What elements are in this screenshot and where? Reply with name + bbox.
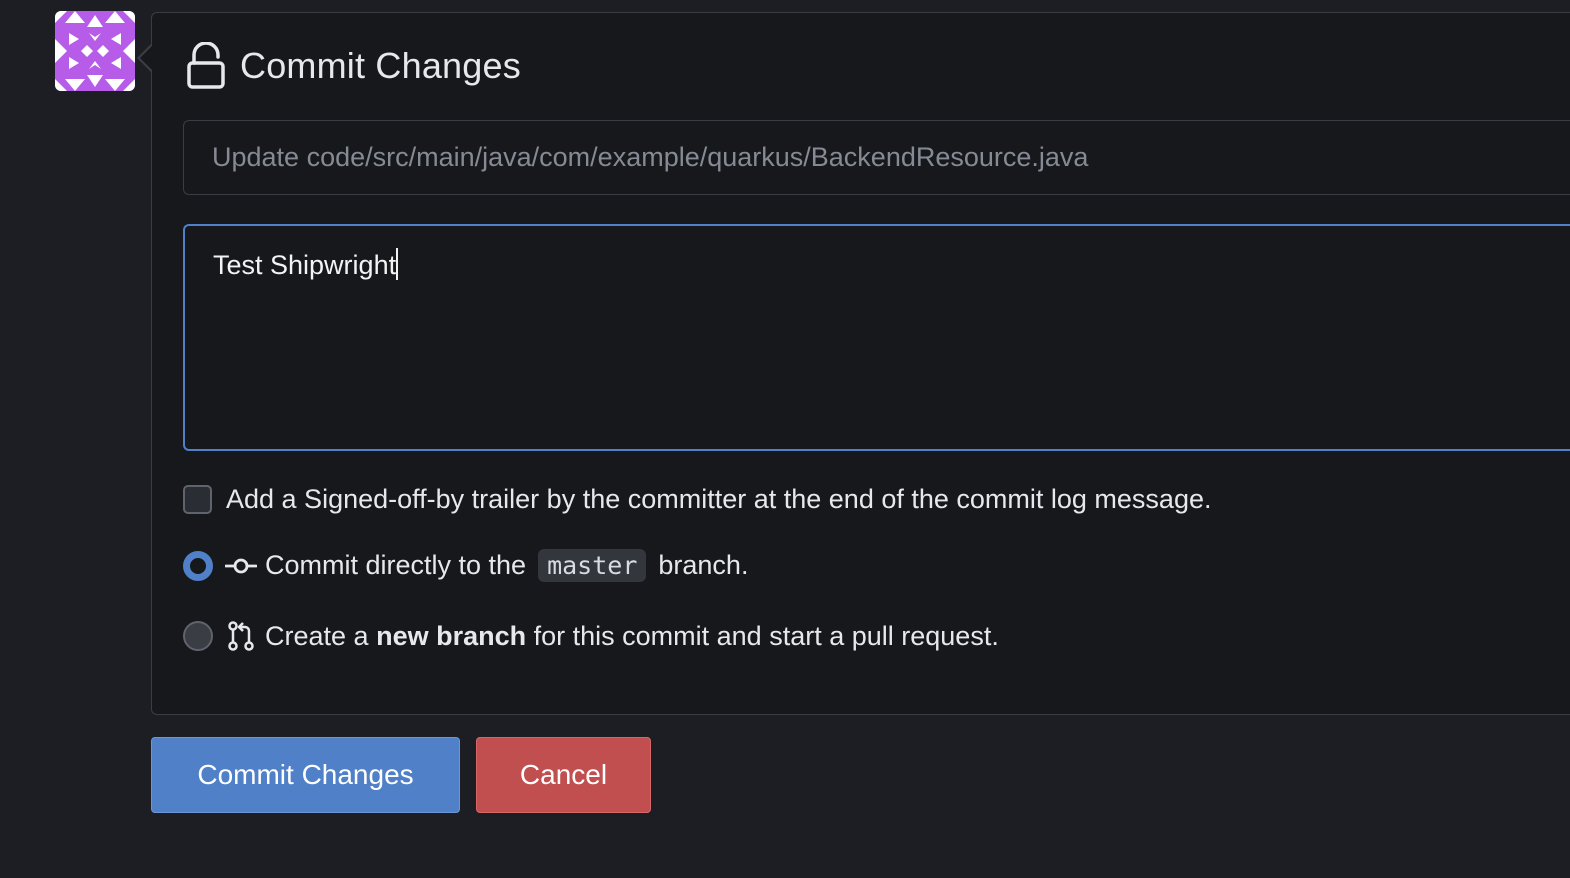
git-commit-icon xyxy=(225,558,257,573)
commit-message-textarea[interactable]: Test Shipwright xyxy=(183,224,1570,451)
new-branch-text-after: for this commit and start a pull request… xyxy=(533,620,999,651)
signoff-checkbox[interactable] xyxy=(183,485,212,514)
commit-message-text: Test Shipwright xyxy=(213,250,397,280)
commit-direct-text-after: branch. xyxy=(658,550,749,580)
git-pull-request-icon xyxy=(228,621,254,651)
page-title: Commit Changes xyxy=(240,45,521,86)
cancel-button[interactable]: Cancel xyxy=(476,737,651,813)
commit-direct-radio[interactable] xyxy=(183,550,213,581)
commit-header: Commit Changes xyxy=(186,42,521,90)
new-branch-radio[interactable] xyxy=(183,621,213,651)
commit-direct-option[interactable]: Commit directly to the master branch. xyxy=(183,549,748,582)
avatar xyxy=(55,11,135,91)
branch-name-badge: master xyxy=(538,549,647,582)
signoff-option[interactable]: Add a Signed-off-by trailer by the commi… xyxy=(183,484,1212,515)
new-branch-bold: new branch xyxy=(376,620,527,651)
new-branch-option[interactable]: Create a new branch for this commit and … xyxy=(183,620,999,652)
signoff-label: Add a Signed-off-by trailer by the commi… xyxy=(226,484,1212,514)
commit-page: Commit Changes Test Shipwright Add a Sig… xyxy=(0,0,1570,878)
new-branch-text-before: Create a xyxy=(265,620,369,651)
commit-summary-input[interactable] xyxy=(183,120,1570,195)
identicon-icon xyxy=(55,11,135,91)
text-caret xyxy=(396,248,399,280)
commit-direct-text-before: Commit directly to the xyxy=(265,550,527,580)
unlock-icon xyxy=(187,42,225,89)
commit-changes-button[interactable]: Commit Changes xyxy=(151,737,460,813)
